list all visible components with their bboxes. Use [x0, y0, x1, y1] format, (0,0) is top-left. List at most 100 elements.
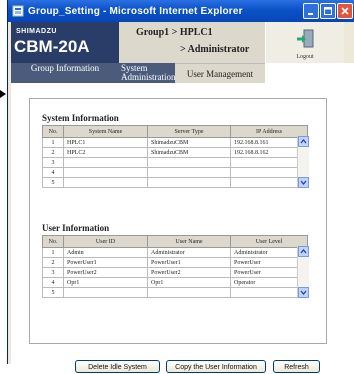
col-header: User Name — [147, 235, 231, 248]
cell-user-name — [147, 287, 231, 298]
cell-no: 2 — [42, 147, 64, 158]
table-row[interactable]: 1 HPLC1 ShimadzuCBM 192.168.8.161 — [42, 137, 308, 148]
user-info-heading: User Information — [42, 223, 110, 233]
tab-user-management[interactable]: User Management — [175, 63, 265, 83]
cell-no: 4 — [42, 277, 64, 288]
tab-group-information[interactable]: Group Information — [11, 63, 119, 83]
cell-user-level: Operator — [230, 277, 308, 288]
chevron-down-icon — [300, 180, 307, 185]
table-row[interactable]: 4 — [42, 167, 308, 178]
cell-no: 5 — [42, 177, 64, 188]
col-header: No. — [42, 235, 64, 248]
table-row[interactable]: 3 PowerUser2 PowerUser2 PowerUser — [42, 267, 308, 278]
cell-system-name — [63, 167, 148, 178]
cell-user-id: Opr1 — [63, 277, 148, 288]
cell-no: 3 — [42, 267, 64, 278]
cell-server-type — [147, 167, 231, 178]
tab-bar: Group Information System Administration … — [11, 63, 354, 90]
logout-icon — [297, 29, 314, 48]
copy-user-information-button[interactable]: Copy the User Information — [166, 360, 266, 373]
cell-no: 1 — [42, 247, 64, 258]
cell-user-level — [230, 287, 308, 298]
cell-ip: 192.168.8.162 — [230, 147, 308, 158]
table-row[interactable]: 2 HPLC2 ShimadzuCBM 192.168.8.162 — [42, 147, 308, 158]
cell-user-level: PowerUser — [230, 257, 308, 268]
cell-user-id: PowerUser2 — [63, 267, 148, 278]
system-table: No. System Name Server Type IP Address 1… — [42, 125, 308, 188]
cell-user-level: PowerUser — [230, 267, 308, 278]
model-name: CBM-20A — [14, 37, 90, 56]
ie-page-icon — [12, 5, 24, 17]
minimize-icon — [308, 13, 313, 15]
tab-system-administration[interactable]: System Administration — [119, 63, 176, 83]
close-button[interactable] — [337, 3, 353, 19]
table-row[interactable]: 4 Opr1 Opr1 Operator — [42, 277, 308, 288]
cell-user-name: PowerUser1 — [147, 257, 231, 268]
breadcrumb-user: > Administrator — [180, 44, 250, 55]
logo-area: SHIMADZU CBM-20A — [11, 22, 119, 63]
breadcrumb-group: Group1 > HPLC1 — [136, 27, 213, 38]
browser-window: Group_Setting - Microsoft Internet Explo… — [7, 0, 354, 373]
cell-system-name — [63, 177, 148, 188]
main-content: System Information No. System Name Serve… — [11, 90, 354, 373]
user-table: No. User ID User Name User Level 1 Admin A… — [42, 235, 308, 298]
chevron-down-icon — [300, 290, 307, 295]
system-table-scrollbar[interactable] — [297, 136, 309, 188]
col-header: No. — [42, 125, 64, 138]
col-header: System Name — [63, 125, 148, 138]
scroll-down-button[interactable] — [298, 177, 309, 188]
table-row[interactable]: 5 — [42, 287, 308, 298]
maximize-icon — [324, 7, 332, 15]
cell-user-name: PowerUser2 — [147, 267, 231, 278]
breadcrumb: Group1 > HPLC1 > Administrator — [119, 22, 265, 63]
cell-server-type — [147, 177, 231, 188]
cell-user-id — [63, 287, 148, 298]
pointer-arrow — [0, 90, 6, 98]
cell-system-name: HPLC2 — [63, 147, 148, 158]
app-header: SHIMADZU CBM-20A Group1 > HPLC1 > Admini… — [11, 22, 354, 63]
table-row[interactable]: 1 Admin Administrator Administrator — [42, 247, 308, 258]
cell-no: 1 — [42, 137, 64, 148]
table-row[interactable]: 3 — [42, 157, 308, 168]
cell-user-id: PowerUser1 — [63, 257, 148, 268]
system-info-heading: System Information — [42, 113, 119, 123]
scroll-up-button[interactable] — [298, 136, 309, 147]
col-header: User Level — [230, 235, 308, 248]
cell-system-name: HPLC1 — [63, 137, 148, 148]
table-row[interactable]: 5 — [42, 177, 308, 188]
cell-user-name: Opr1 — [147, 277, 231, 288]
delete-idle-system-button[interactable]: Delete Idle System — [75, 360, 160, 373]
chevron-up-icon — [300, 139, 307, 144]
cell-server-type: ShimadzuCBM — [147, 137, 231, 148]
cell-ip — [230, 167, 308, 178]
col-header: Server Type — [147, 125, 231, 138]
user-table-scrollbar[interactable] — [297, 246, 309, 298]
cell-ip — [230, 177, 308, 188]
minimize-button[interactable] — [303, 3, 319, 19]
cell-user-level: Administrator — [230, 247, 308, 258]
cell-user-name: Administrator — [147, 247, 231, 258]
cell-server-type: ShimadzuCBM — [147, 147, 231, 158]
scroll-up-button[interactable] — [298, 246, 309, 257]
cell-no: 2 — [42, 257, 64, 268]
cell-no: 5 — [42, 287, 64, 298]
cell-ip: 192.168.8.161 — [230, 137, 308, 148]
cell-server-type — [147, 157, 231, 168]
table-row[interactable]: 2 PowerUser1 PowerUser1 PowerUser — [42, 257, 308, 268]
window-title: Group_Setting - Microsoft Internet Explo… — [28, 5, 243, 17]
logout-label: Logout — [296, 54, 314, 60]
info-panel: System Information No. System Name Serve… — [29, 98, 327, 344]
refresh-button[interactable]: Refresh — [273, 360, 320, 373]
col-header: IP Address — [230, 125, 308, 138]
cell-system-name — [63, 157, 148, 168]
cell-user-id: Admin — [63, 247, 148, 258]
close-icon — [341, 7, 349, 15]
logout-button[interactable]: Logout — [265, 22, 344, 63]
chevron-up-icon — [300, 249, 307, 254]
scroll-down-button[interactable] — [298, 287, 309, 298]
col-header: User ID — [63, 235, 148, 248]
maximize-button[interactable] — [320, 3, 336, 19]
cell-no: 3 — [42, 157, 64, 168]
cell-no: 4 — [42, 167, 64, 178]
brand-logo: SHIMADZU — [16, 28, 57, 35]
